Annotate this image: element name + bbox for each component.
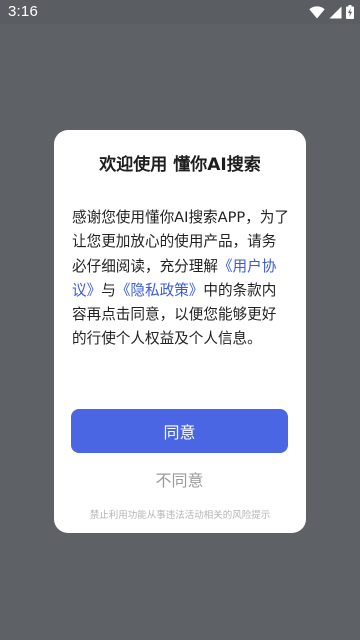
status-bar: 3:16: [0, 0, 360, 24]
body-conjunction: 与: [101, 281, 116, 299]
wifi-icon: [309, 5, 325, 19]
battery-charging-icon: [346, 5, 354, 19]
status-time: 3:16: [8, 3, 38, 20]
agree-button[interactable]: 同意: [71, 409, 288, 453]
dialog-body: 感谢您使用懂你AI搜索APP，为了让您更加放心的使用产品，请务必仔细阅读，充分理…: [72, 206, 290, 352]
cellular-signal-icon: [329, 6, 342, 19]
privacy-consent-dialog: 欢迎使用 懂你AI搜索 感谢您使用懂你AI搜索APP，为了让您更加放心的使用产品…: [54, 130, 306, 533]
status-icons: [309, 4, 354, 20]
privacy-policy-link[interactable]: 《隐私政策》: [116, 282, 204, 299]
disagree-button[interactable]: 不同意: [71, 465, 288, 493]
risk-notice: 禁止利用功能从事违法活动相关的风险提示: [89, 510, 271, 521]
dialog-title: 欢迎使用 懂你AI搜索: [99, 155, 261, 175]
